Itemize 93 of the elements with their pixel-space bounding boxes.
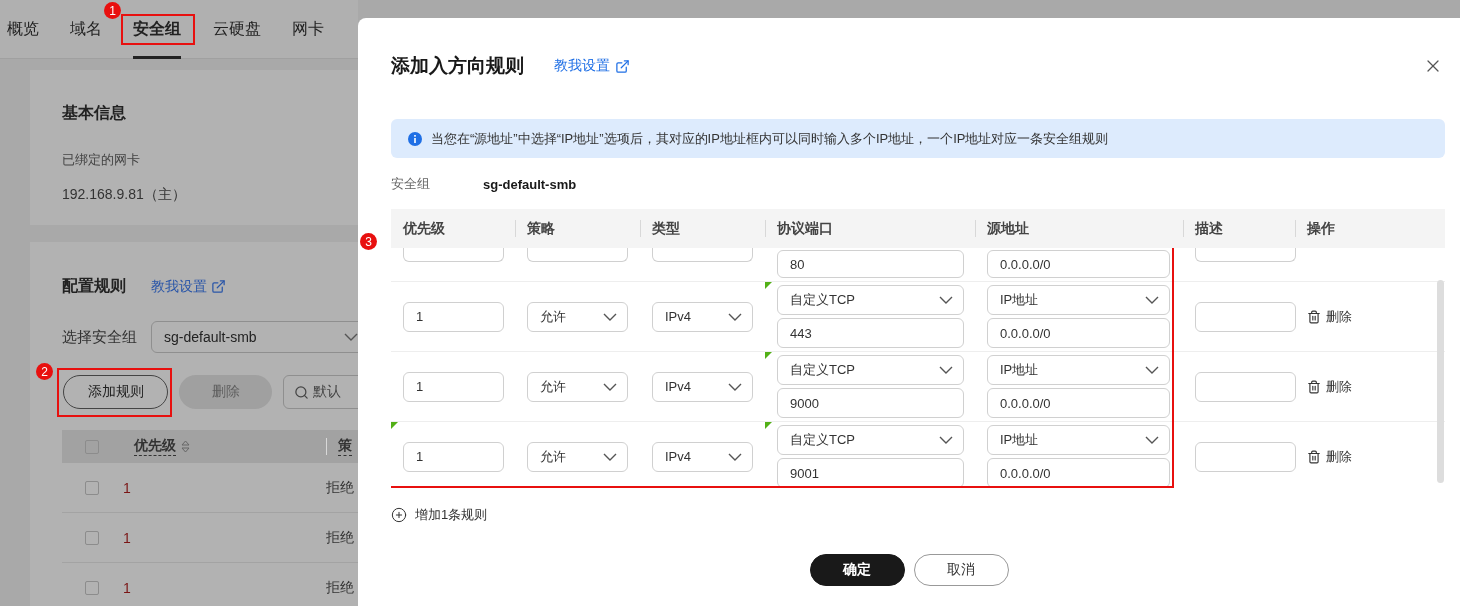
input-field[interactable]: 1: [403, 371, 504, 402]
confirm-button[interactable]: 确定: [809, 554, 905, 586]
chevron-down-icon: [728, 452, 742, 461]
select-field[interactable]: IP地址: [987, 425, 1170, 455]
input-field[interactable]: 0.0.0.0/0: [987, 250, 1170, 278]
field-label: 安全组: [391, 175, 431, 193]
section-title: 配置规则: [62, 276, 126, 296]
select-field[interactable]: IP地址: [987, 285, 1170, 315]
column-header: 优先级: [403, 219, 445, 238]
delete-button[interactable]: 删除: [1307, 307, 1445, 326]
input-field[interactable]: 1: [403, 301, 504, 332]
chevron-down-icon: [1145, 296, 1159, 304]
tab[interactable]: 安全组: [133, 0, 181, 59]
add-rule-button[interactable]: 增加1条规则: [391, 503, 488, 527]
chevron-down-icon: [344, 333, 358, 341]
input-field[interactable]: 0.0.0.0/0: [987, 458, 1170, 488]
tab[interactable]: 概览: [7, 0, 39, 59]
search-icon: [294, 384, 309, 400]
input-field[interactable]: [403, 248, 504, 262]
chevron-down-icon: [603, 452, 617, 461]
checkbox[interactable]: [85, 530, 99, 545]
field-label: 已绑定的网卡: [62, 151, 141, 169]
step-badge: 2: [36, 363, 53, 380]
step-badge: 1: [104, 2, 121, 19]
column-header: 源地址: [987, 219, 1029, 238]
cancel-button[interactable]: 取消: [913, 554, 1009, 586]
sort-icon: [181, 440, 190, 453]
column-header: 描述: [1195, 219, 1223, 238]
field-label: 选择安全组: [62, 327, 137, 347]
chevron-down-icon: [728, 382, 742, 391]
select-field[interactable]: 自定义TCP: [777, 355, 964, 385]
column-header: 类型: [652, 219, 680, 238]
chevron-down-icon: [1145, 366, 1159, 374]
input-field[interactable]: 80: [777, 250, 964, 278]
dialog-title: 添加入方向规则: [391, 54, 524, 78]
chevron-down-icon: [603, 312, 617, 321]
input-field[interactable]: [1195, 248, 1296, 262]
tab[interactable]: 云硬盘: [213, 0, 261, 59]
input-field[interactable]: 0.0.0.0/0: [987, 388, 1170, 418]
select-field[interactable]: IPv4: [652, 301, 753, 332]
chevron-down-icon: [939, 366, 953, 374]
notice-text: 当您在“源地址”中选择“IP地址”选项后，其对应的IP地址框内可以同时输入多个IP地址，一个IP地址对应一条安全组规则: [431, 129, 1109, 148]
input-field[interactable]: 9001: [777, 458, 964, 488]
select-field[interactable]: 允许: [527, 301, 628, 332]
chevron-down-icon: [939, 296, 953, 304]
select-field[interactable]: IP地址: [987, 355, 1170, 385]
external-link-icon: [211, 279, 226, 294]
select-field[interactable]: 自定义TCP: [777, 425, 964, 455]
plus-circle-icon: [391, 507, 407, 523]
column-header: 协议端口: [777, 219, 833, 238]
delete-button[interactable]: 删除: [1307, 447, 1445, 466]
select-field[interactable]: [527, 248, 628, 262]
table-cell: 拒绝: [326, 578, 354, 597]
tab[interactable]: 域名: [70, 0, 102, 59]
input-field[interactable]: [1195, 441, 1296, 472]
input-field[interactable]: [1195, 301, 1296, 332]
select-field[interactable]: IPv4: [652, 441, 753, 472]
select-field[interactable]: IPv4: [652, 371, 753, 402]
checkbox[interactable]: [85, 580, 99, 595]
info-icon: [408, 131, 422, 146]
chevron-down-icon: [603, 382, 617, 391]
section-title: 基本信息: [62, 103, 127, 123]
column-header: 策略: [527, 219, 555, 238]
table-cell: 1: [123, 529, 131, 546]
select-field[interactable]: 允许: [527, 371, 628, 402]
field-value: 192.168.9.81（主）: [62, 186, 187, 204]
table-cell: 1: [123, 579, 131, 596]
tab[interactable]: 网卡: [292, 0, 324, 59]
select-field[interactable]: 允许: [527, 441, 628, 472]
input-field[interactable]: [1195, 371, 1296, 402]
table-cell: 拒绝: [326, 478, 354, 497]
checkbox[interactable]: [85, 480, 99, 495]
chevron-down-icon: [728, 312, 742, 321]
select-field[interactable]: 自定义TCP: [777, 285, 964, 315]
column-header[interactable]: 优先级: [134, 437, 176, 456]
trash-icon: [1307, 379, 1321, 394]
input-field[interactable]: 443: [777, 318, 964, 348]
scrollbar[interactable]: [1437, 280, 1444, 483]
help-link[interactable]: 教我设置: [554, 57, 630, 75]
table-cell: 拒绝: [326, 528, 354, 547]
trash-icon: [1307, 449, 1321, 464]
trash-icon: [1307, 309, 1321, 324]
column-header: 操作: [1307, 219, 1335, 238]
input-field[interactable]: 9000: [777, 388, 964, 418]
input-field[interactable]: 1: [403, 441, 504, 472]
chevron-down-icon: [1145, 436, 1159, 444]
field-value: sg-default-smb: [483, 176, 577, 192]
chevron-down-icon: [939, 436, 953, 444]
external-link-icon: [615, 58, 630, 74]
table-cell: 1: [123, 479, 131, 496]
input-field[interactable]: 0.0.0.0/0: [987, 318, 1170, 348]
select-field[interactable]: [652, 248, 753, 262]
delete-button[interactable]: 删除: [1307, 377, 1445, 396]
